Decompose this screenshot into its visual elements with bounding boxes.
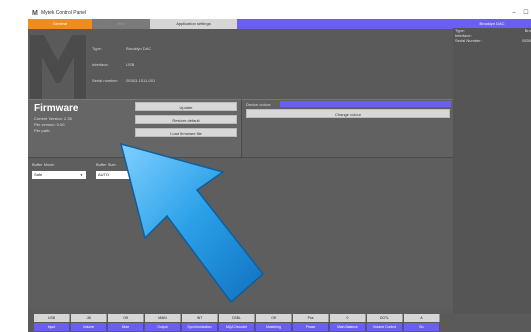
status-value-cell: -36 xyxy=(71,314,107,322)
status-label-cell[interactable]: Input xyxy=(34,323,70,331)
tab-bar: General Rtst Application settings xyxy=(28,19,453,29)
firmware-title: Firmware xyxy=(34,103,79,114)
status-value-cell: 0 xyxy=(330,314,366,322)
firmware-current-version: Current Version: 2.35 xyxy=(34,116,72,121)
status-label-cell[interactable]: Main Balance xyxy=(330,323,366,331)
device-interface-label: Interface: xyxy=(92,62,109,67)
device-summary-header: Brooklyn DAC xyxy=(453,19,531,28)
summary-serial-row: Serial Number: 0530 xyxy=(453,38,531,43)
status-label-cell[interactable]: Mastering xyxy=(256,323,292,331)
device-colour-swatch[interactable] xyxy=(280,101,451,107)
tab-rtst[interactable]: Rtst xyxy=(92,19,150,29)
firmware-file-version: File version: 0.00 xyxy=(34,122,65,127)
status-label-cell[interactable]: Volume Control xyxy=(367,323,403,331)
device-serial-value: 05303-1511-001 xyxy=(126,78,156,83)
annotation-arrow-icon xyxy=(119,142,265,304)
summary-serial-label: Serial Number: xyxy=(455,38,482,43)
status-value-cell: USB xyxy=(34,314,70,322)
status-label-cell[interactable]: Volume xyxy=(71,323,107,331)
device-summary-panel: Brooklyn DAC Type: Bro Interface: Serial… xyxy=(453,19,531,332)
status-label-cell[interactable]: Bu xyxy=(404,323,440,331)
status-value-cell: INT xyxy=(182,314,218,322)
buffer-mode-select[interactable]: Safe ▼ xyxy=(32,171,86,179)
tab-application-settings[interactable]: Application settings xyxy=(150,19,237,29)
status-label-cell[interactable]: Synchronization xyxy=(182,323,218,331)
status-label-cell[interactable]: Output xyxy=(145,323,181,331)
title-bar: M Mytek Control Panel – ☐ xyxy=(28,8,531,19)
minimize-button[interactable]: – xyxy=(509,9,519,18)
status-value-cell: Off xyxy=(256,314,292,322)
window-title: Mytek Control Panel xyxy=(41,10,87,16)
status-value-cell: DOTL xyxy=(367,314,403,322)
maximize-button[interactable]: ☐ xyxy=(521,9,531,18)
device-type-value: Brooklyn DAC xyxy=(126,46,152,51)
status-label-cell[interactable]: MQA Decoder xyxy=(219,323,255,331)
firmware-file-path: File path: xyxy=(34,128,51,133)
status-value-cell: MAIN xyxy=(145,314,181,322)
change-colour-button[interactable]: Change colour xyxy=(246,109,450,118)
status-bar: USB -36 Off MAIN INT DSBL Off Pos 0 DOTL A Input Vol… xyxy=(28,314,531,332)
device-interface-value: USB xyxy=(126,62,135,67)
buffer-mode-value: Safe xyxy=(34,172,43,177)
mytek-m-logo xyxy=(30,35,86,101)
app-logo-icon: M xyxy=(32,10,38,17)
status-label-cell[interactable]: Mute xyxy=(108,323,144,331)
device-serial-row: Serial number: 05303-1511-001 xyxy=(92,78,155,83)
device-colour-label: Device colour: xyxy=(246,102,272,107)
status-value-cell: A xyxy=(404,314,440,322)
app-window: General Rtst Application settings Type: … xyxy=(28,19,531,332)
device-info-panel: Type: Brooklyn DAC Interface: USB Serial… xyxy=(28,29,453,109)
device-type-label: Type: xyxy=(92,46,102,51)
chevron-down-icon: ▼ xyxy=(80,173,83,177)
buffer-mode-label: Buffer Mode: xyxy=(32,162,55,167)
buffer-size-value: AUTO xyxy=(98,172,110,177)
device-serial-label: Serial number: xyxy=(92,78,119,83)
status-value-cell: DSBL xyxy=(219,314,255,322)
update-button[interactable]: Update xyxy=(135,102,237,111)
tab-general[interactable]: General xyxy=(28,19,92,29)
status-label-cell[interactable]: Phase xyxy=(293,323,329,331)
device-interface-row: Interface: USB xyxy=(92,62,134,67)
restore-default-button[interactable]: Restore default xyxy=(135,115,237,124)
status-value-cell: Off xyxy=(108,314,144,322)
summary-serial-value: 0530 xyxy=(522,38,531,43)
device-type-row: Type: Brooklyn DAC xyxy=(92,46,151,51)
status-value-cell: Pos xyxy=(293,314,329,322)
